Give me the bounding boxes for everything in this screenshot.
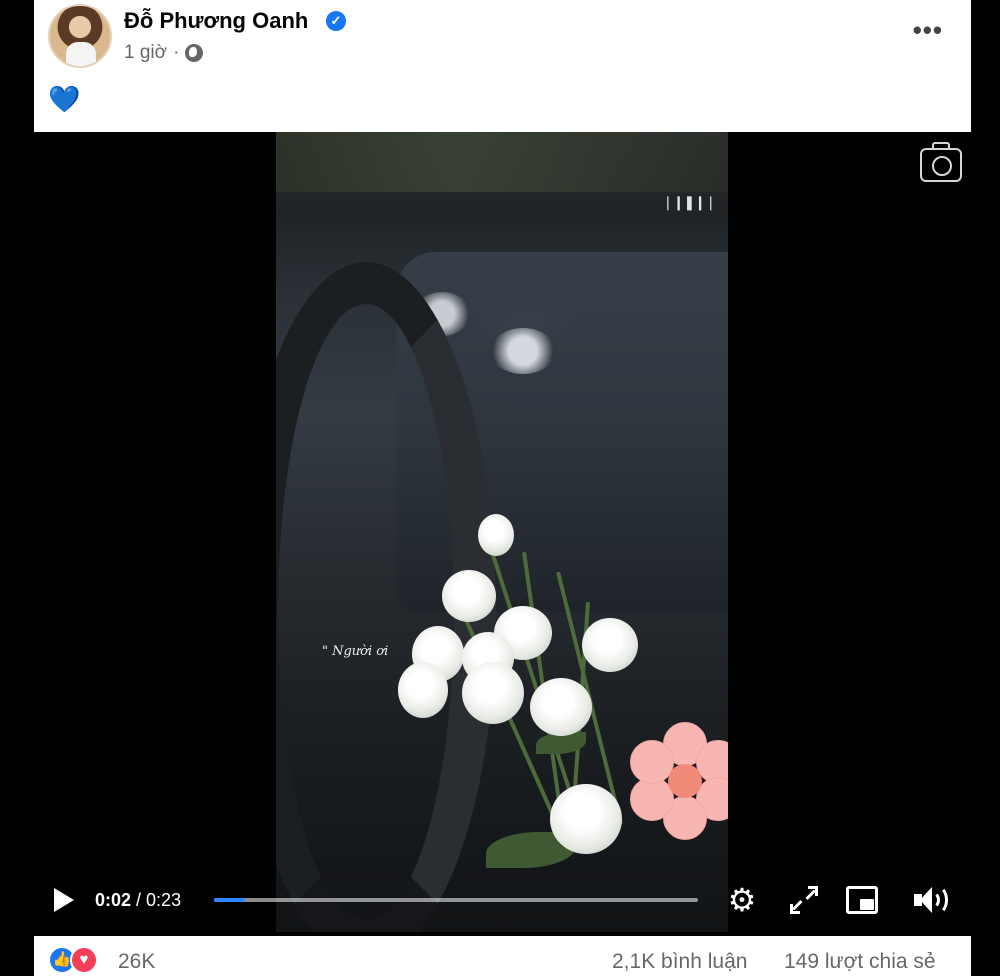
love-icon[interactable]: ♥: [70, 946, 98, 974]
comment-count[interactable]: 2,1K bình luận: [612, 950, 747, 974]
background-blur: [276, 132, 728, 192]
door-light: [490, 328, 556, 374]
globe-icon[interactable]: [185, 44, 204, 62]
play-icon[interactable]: [54, 888, 74, 912]
time-separator: /: [131, 890, 147, 910]
white-rose: [478, 514, 514, 556]
video-controls: 0:02 / 0:23 ⚙: [0, 878, 1000, 924]
time-display: 0:02 / 0:23: [95, 890, 181, 911]
post-timestamp[interactable]: 1 giờ: [124, 42, 167, 64]
video-player[interactable]: ❘❙❚❙❘ " Người ơi 0:02 / 0:23 ⚙: [0, 132, 1000, 932]
white-rose: [398, 662, 448, 718]
post-meta: 1 giờ ·: [124, 42, 204, 64]
meta-separator: ·: [173, 42, 180, 63]
post-text: 💙: [48, 84, 81, 114]
reactions-bar: 👍 ♥ 26K 2,1K bình luận 149 lượt chia sẻ: [34, 936, 971, 976]
gear-icon[interactable]: ⚙: [726, 884, 758, 916]
current-time: 0:02: [95, 890, 132, 910]
author-name[interactable]: Đỗ Phương Oanh: [124, 8, 308, 34]
camera-icon[interactable]: [920, 142, 962, 182]
duration: 0:23: [146, 890, 182, 910]
post-header: Đỗ Phương Oanh ✓ 1 giờ · ••• 💙: [34, 0, 971, 132]
volume-icon[interactable]: [914, 884, 948, 916]
verified-badge-icon: ✓: [326, 11, 346, 31]
author-avatar[interactable]: [48, 4, 112, 68]
picture-in-picture-icon[interactable]: [846, 886, 878, 914]
video-frame[interactable]: ❘❙❚❙❘ " Người ơi: [276, 132, 728, 932]
sound-wave-icon: ❘❙❚❙❘: [662, 194, 717, 210]
flower-sticker: [626, 722, 728, 840]
sound-wave: [926, 885, 948, 915]
white-rose: [550, 784, 622, 854]
share-count[interactable]: 149 lượt chia sẻ: [784, 950, 936, 974]
white-rose: [442, 570, 496, 622]
white-rose: [530, 678, 592, 736]
sticker-center: [668, 764, 702, 798]
progress-fill: [214, 898, 246, 902]
white-rose: [462, 662, 524, 724]
reaction-count[interactable]: 26K: [118, 950, 155, 974]
white-rose: [582, 618, 638, 672]
more-options-icon[interactable]: •••: [913, 17, 943, 43]
avatar-figure: [66, 42, 96, 66]
fullscreen-icon[interactable]: [790, 886, 818, 914]
progress-bar[interactable]: [214, 898, 698, 902]
lyric-overlay: " Người ơi: [322, 644, 389, 659]
